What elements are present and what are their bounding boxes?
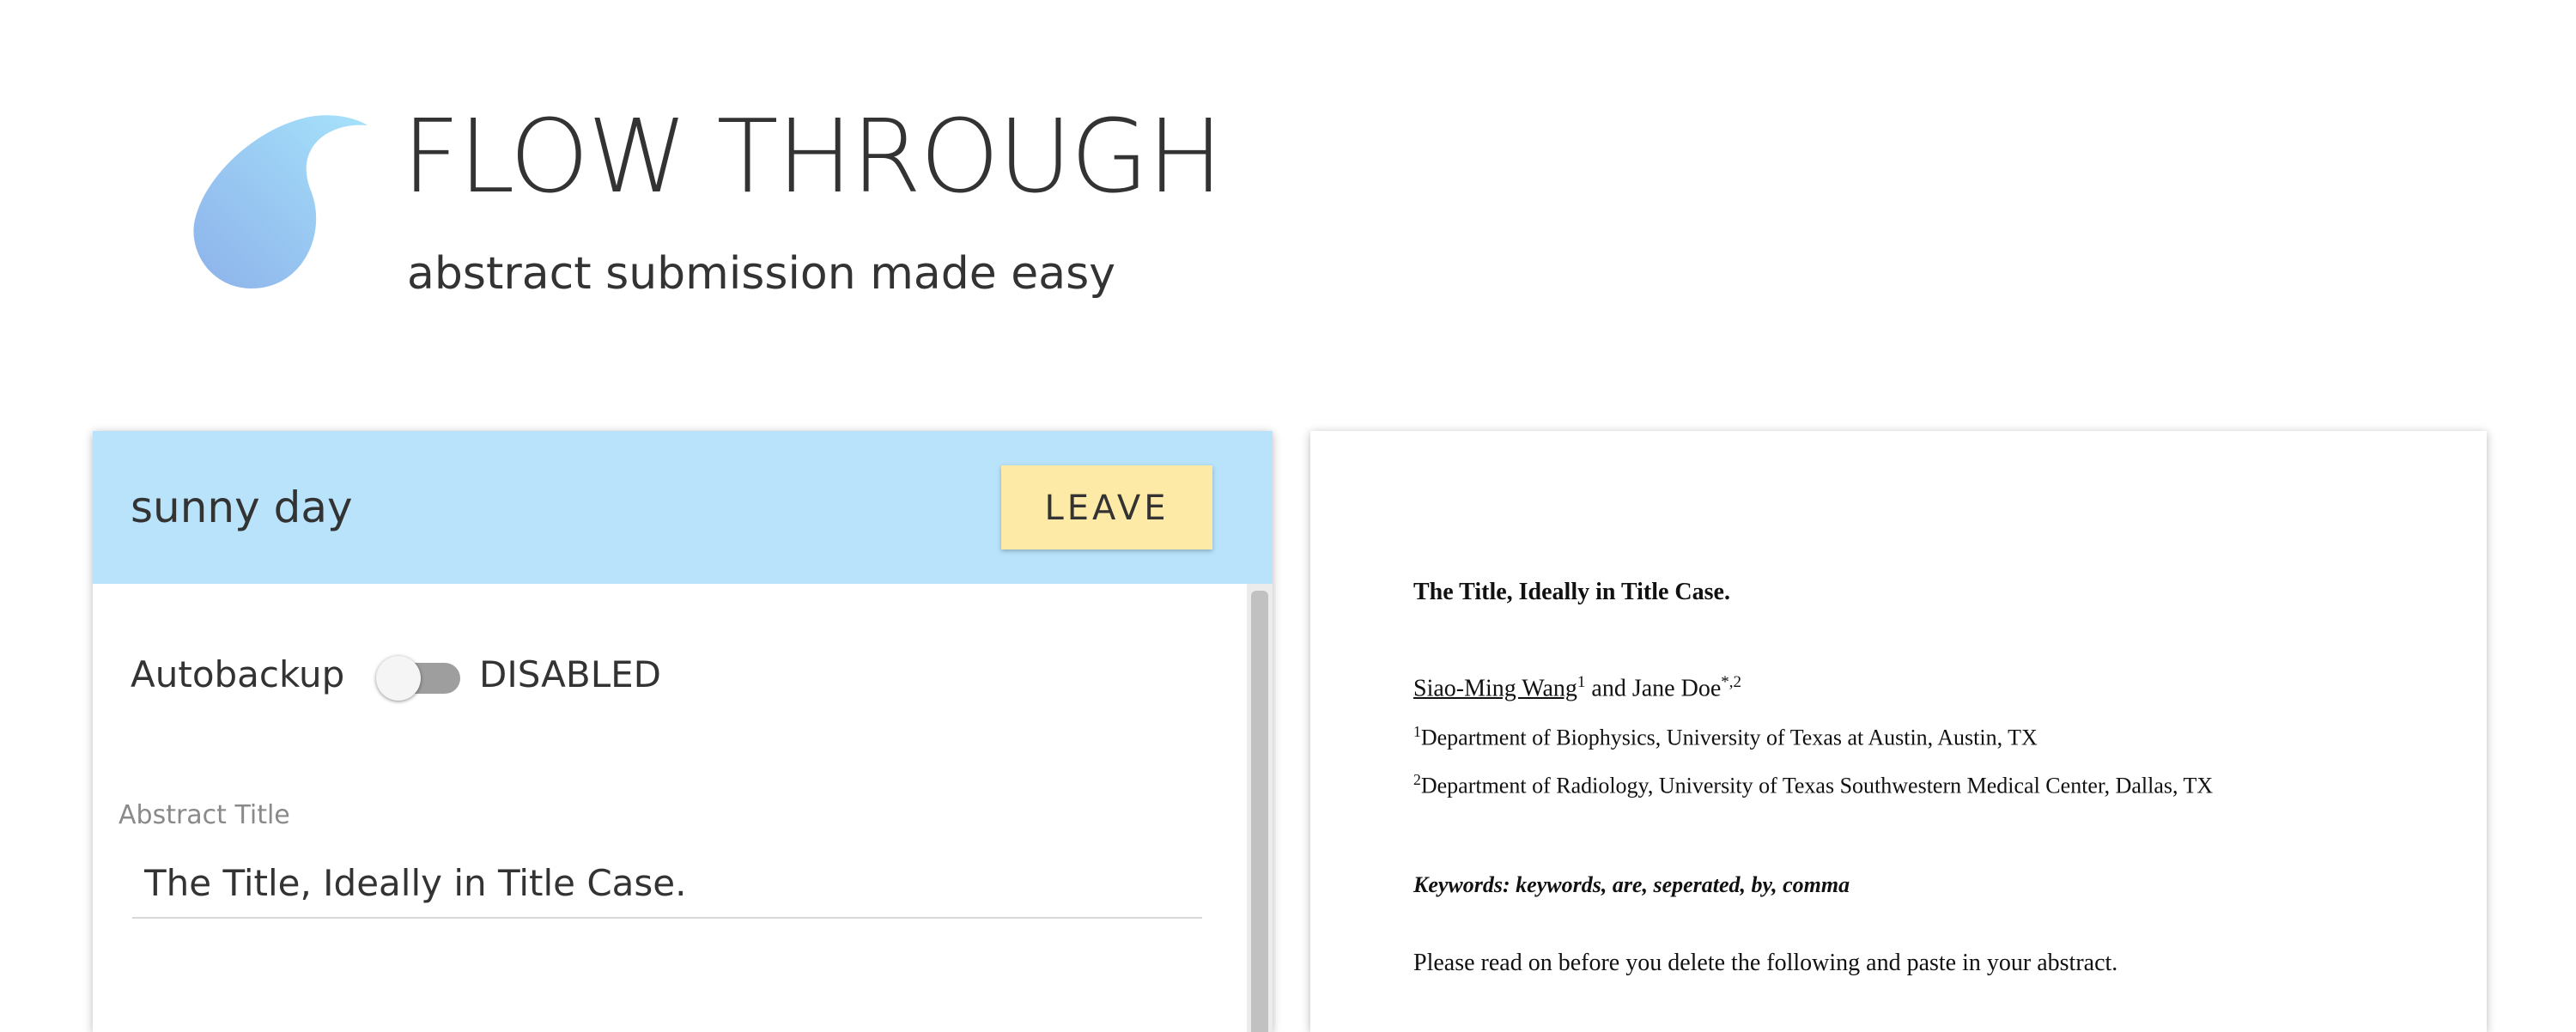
leave-button[interactable]: LEAVE bbox=[1001, 465, 1212, 549]
abstract-title-label: Abstract Title bbox=[118, 800, 290, 830]
preview-affiliation-2: 2Department of Radiology, University of … bbox=[1413, 771, 2213, 799]
preview-body-text: Please read on before you delete the fol… bbox=[1413, 950, 2118, 976]
session-header: sunny day LEAVE bbox=[93, 431, 1273, 584]
abstract-preview: The Title, Ideally in Title Case. Siao-M… bbox=[1310, 431, 2487, 1032]
autobackup-toggle[interactable] bbox=[376, 656, 465, 701]
autobackup-label: Autobackup bbox=[131, 653, 345, 695]
app-title: FLOW THROUGH bbox=[402, 97, 1224, 216]
affiliation-1-text: Department of Biophysics, University of … bbox=[1420, 725, 2038, 750]
author-1-affiliation-mark: 1 bbox=[1577, 673, 1586, 691]
preview-title: The Title, Ideally in Title Case. bbox=[1413, 579, 1730, 605]
affiliation-1-mark: 1 bbox=[1413, 723, 1421, 740]
abstract-title-input[interactable] bbox=[132, 853, 1202, 919]
scrollbar-thumb[interactable] bbox=[1251, 591, 1268, 1032]
preview-keywords: Keywords: keywords, are, seperated, by, … bbox=[1413, 872, 1850, 897]
preview-author-2: Jane Doe bbox=[1631, 675, 1722, 702]
preview-authors: Siao-Ming Wang1 and Jane Doe*,2 bbox=[1413, 673, 1741, 702]
toggle-thumb bbox=[376, 656, 421, 701]
app-tagline: abstract submission made easy bbox=[407, 248, 1115, 300]
session-name: sunny day bbox=[131, 483, 353, 532]
preview-affiliation-1: 1Department of Biophysics, University of… bbox=[1413, 723, 2038, 751]
editor-panel: sunny day LEAVE Autobackup DISABLED Abst… bbox=[93, 431, 1273, 1032]
affiliation-2-mark: 2 bbox=[1413, 771, 1421, 788]
preview-author-1: Siao-Ming Wang bbox=[1413, 675, 1577, 702]
water-drop-icon bbox=[193, 115, 368, 289]
editor-form: Autobackup DISABLED Abstract Title bbox=[93, 584, 1273, 1032]
author-2-affiliation-mark: *,2 bbox=[1721, 673, 1742, 691]
affiliation-2-text: Department of Radiology, University of T… bbox=[1420, 773, 2214, 798]
autobackup-status: DISABLED bbox=[479, 653, 661, 695]
author-joiner: and bbox=[1585, 675, 1632, 702]
editor-scrollbar[interactable] bbox=[1247, 584, 1273, 1032]
flow-through-logo bbox=[191, 113, 368, 292]
